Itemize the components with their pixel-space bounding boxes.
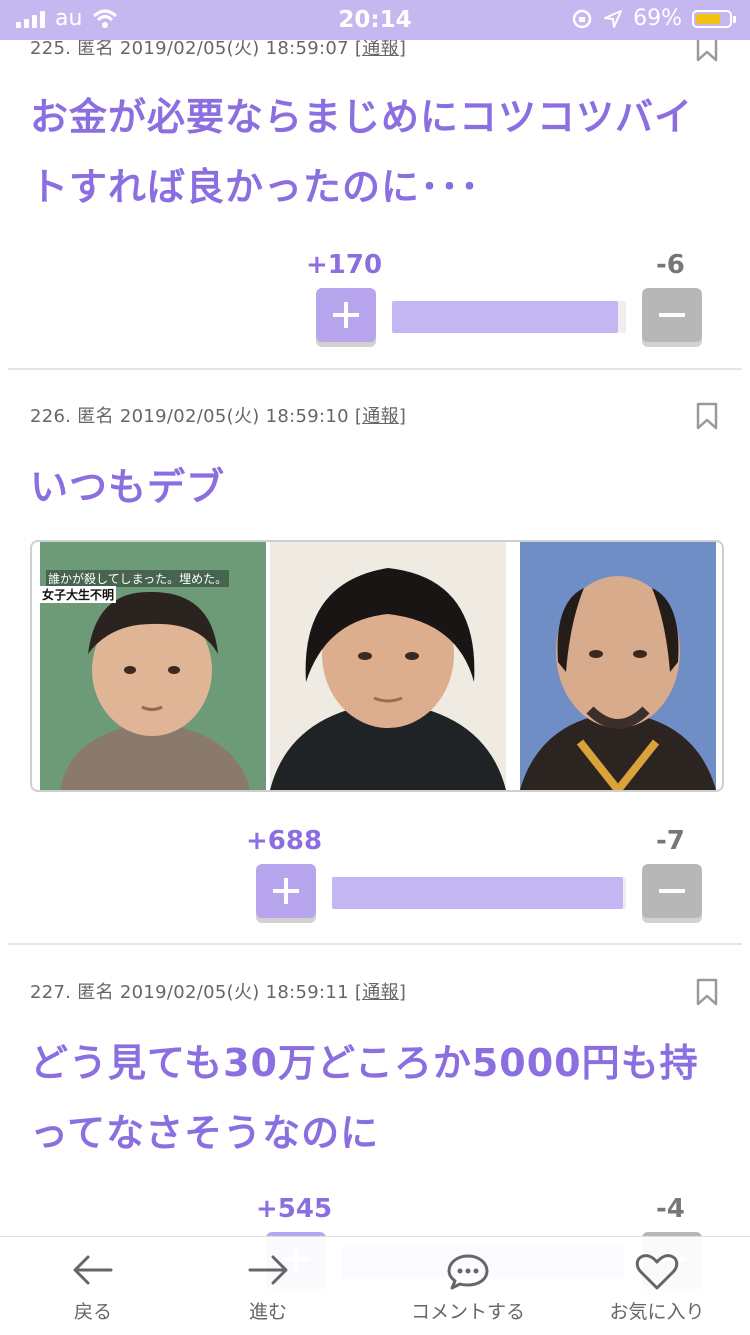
post-body: お金が必要ならまじめにコツコツバイ トすれば良かったのに･･･ xyxy=(30,82,720,222)
location-icon xyxy=(604,9,623,28)
minus-count: -7 xyxy=(656,826,685,856)
post-body-line: ってなさそうなのに xyxy=(30,1111,380,1155)
post-divider xyxy=(8,368,742,370)
vote-ratio-bar xyxy=(392,301,626,333)
report-link[interactable]: [通報] xyxy=(355,38,406,59)
photo-panel: 誰かが殺してしまった。埋めた。 女子大生不明 xyxy=(40,542,266,790)
vote-ratio-fill xyxy=(392,301,619,333)
battery-icon xyxy=(692,9,736,28)
back-label: 戻る xyxy=(73,1301,112,1323)
image-caption: 誰かが殺してしまった。埋めた。 xyxy=(46,570,230,587)
minus-button[interactable] xyxy=(642,288,702,342)
plus-button[interactable] xyxy=(256,864,316,918)
minus-button[interactable] xyxy=(642,864,702,918)
forward-label: 進む xyxy=(248,1301,287,1323)
minus-count: -4 xyxy=(656,1194,685,1224)
post-body: いつもデブ xyxy=(30,452,720,522)
forward-arrow-icon xyxy=(248,1255,288,1285)
plus-button[interactable] xyxy=(316,288,376,342)
back-tab[interactable]: 戻る xyxy=(18,1237,168,1335)
status-bar: au 20:14 69% xyxy=(0,0,750,40)
photo-panel xyxy=(270,542,506,790)
minus-count: -6 xyxy=(656,250,685,280)
forward-tab[interactable]: 進む xyxy=(193,1237,343,1335)
post-meta-text: 227. 匿名 2019/02/05(火) 18:59:11 xyxy=(30,982,355,1003)
post-divider xyxy=(8,943,742,945)
post-body-line: いつもデブ xyxy=(30,465,226,509)
bookmark-icon[interactable] xyxy=(696,402,718,430)
photo-panel xyxy=(520,542,716,790)
heart-icon xyxy=(635,1254,679,1290)
favorite-tab[interactable]: お気に入り xyxy=(582,1237,732,1335)
post-body-line: トすれば良かったのに･･･ xyxy=(30,165,481,209)
status-right: 69% xyxy=(571,6,736,31)
vote-ratio-bar xyxy=(332,877,626,909)
post-meta-text: 226. 匿名 2019/02/05(火) 18:59:10 xyxy=(30,406,355,427)
person-portrait xyxy=(270,568,506,790)
post-meta: 226. 匿名 2019/02/05(火) 18:59:10 [通報] xyxy=(30,402,406,428)
post-body: どう見ても30万どころか5000円も持 ってなさそうなのに xyxy=(30,1028,720,1168)
orientation-lock-icon xyxy=(572,9,592,28)
person-portrait xyxy=(520,576,716,790)
battery-percent: 69% xyxy=(633,6,682,31)
comment-bubble-icon xyxy=(447,1254,489,1290)
image-caption: 女子大生不明 xyxy=(40,586,117,603)
plus-count: +688 xyxy=(246,826,323,856)
plus-count: +170 xyxy=(306,250,383,280)
report-link[interactable]: [通報] xyxy=(355,406,406,427)
bookmark-icon[interactable] xyxy=(696,978,718,1006)
report-link[interactable]: [通報] xyxy=(355,982,406,1003)
post-body-line: お金が必要ならまじめにコツコツバイ xyxy=(30,95,694,139)
post-body-line: どう見ても30万どころか5000円も持 xyxy=(30,1041,699,1085)
comment-label: コメントする xyxy=(410,1301,525,1323)
vote-ratio-fill xyxy=(332,877,624,909)
back-arrow-icon xyxy=(73,1255,113,1285)
favorite-label: お気に入り xyxy=(609,1301,705,1323)
plus-count: +545 xyxy=(256,1194,333,1224)
comment-tab[interactable]: コメントする xyxy=(393,1237,543,1335)
post-meta: 227. 匿名 2019/02/05(火) 18:59:11 [通報] xyxy=(30,978,406,1004)
post-image[interactable]: 誰かが殺してしまった。埋めた。 女子大生不明 xyxy=(30,540,724,792)
bottom-tab-bar: 戻る 進む コメントする お気に入り xyxy=(0,1236,750,1335)
post-meta-text: 225. 匿名 2019/02/05(火) 18:59:07 xyxy=(30,38,355,59)
